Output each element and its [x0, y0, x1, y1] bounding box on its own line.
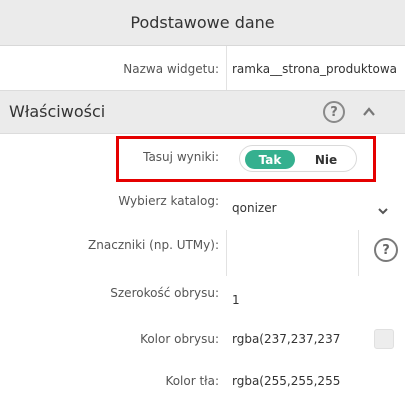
chevron-up-icon[interactable]: [362, 104, 376, 118]
bg-color-row: Kolor tła: rgba(255,255,255: [0, 362, 405, 405]
border-color-input[interactable]: rgba(237,237,237: [232, 332, 356, 346]
widget-name-field[interactable]: ramka__strona_produktowa: [232, 62, 405, 76]
chevron-down-icon[interactable]: [377, 202, 389, 215]
border-width-input[interactable]: 1: [232, 293, 352, 307]
widget-name-row: Nazwa widgetu: ramka__strona_produktowa: [0, 46, 405, 90]
row-divider: [226, 46, 227, 90]
catalog-label: Wybierz katalog:: [118, 194, 219, 208]
catalog-select[interactable]: qonizer: [232, 201, 362, 215]
tags-divider-left: [226, 230, 227, 276]
properties-section-header[interactable]: Właściwości ?: [0, 90, 405, 134]
tags-row: Znaczniki (np. UTMy): ?: [0, 230, 405, 276]
border-color-label: Kolor obrysu:: [140, 332, 219, 346]
bg-color-input[interactable]: rgba(255,255,255: [232, 374, 356, 388]
panel-title: Podstawowe dane: [130, 13, 275, 32]
border-color-row: Kolor obrysu: rgba(237,237,237: [0, 322, 405, 362]
border-width-row: Szerokość obrysu: 1: [0, 276, 405, 322]
border-color-swatch[interactable]: [374, 329, 394, 349]
widget-name-label: Nazwa widgetu:: [123, 62, 219, 76]
help-icon[interactable]: ?: [323, 101, 345, 123]
tags-divider-right: [358, 230, 359, 276]
bg-color-label: Kolor tła:: [165, 374, 219, 388]
tags-input[interactable]: [232, 246, 352, 262]
catalog-row: Wybierz katalog: qonizer: [0, 184, 405, 230]
toggle-option-yes[interactable]: Tak: [245, 150, 295, 169]
tags-label: Znaczniki (np. UTMy):: [88, 238, 219, 252]
border-width-label: Szerokość obrysu:: [110, 286, 219, 300]
tags-help-icon[interactable]: ?: [374, 238, 398, 262]
properties-section-title: Właściwości: [9, 102, 106, 121]
shuffle-toggle[interactable]: Tak Nie: [239, 145, 357, 172]
panel-header: Podstawowe dane: [0, 0, 405, 46]
toggle-option-no[interactable]: Nie: [306, 150, 346, 169]
